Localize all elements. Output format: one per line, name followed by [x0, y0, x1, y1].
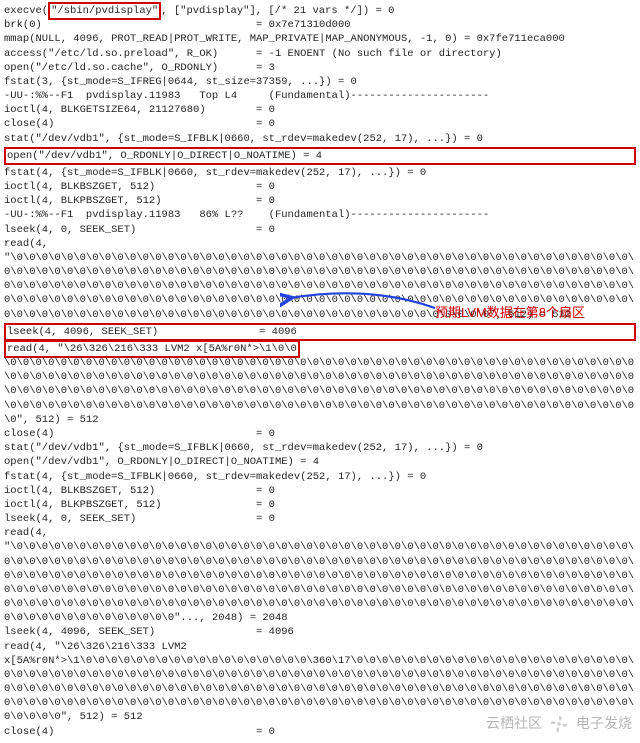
fan-icon	[548, 713, 570, 735]
terminal-line: read(4, "\0\0\0\0\0\0\0\0\0\0\0\0\0\0\0\…	[4, 526, 636, 625]
terminal-line: lseek(4, 0, SEEK_SET) = 0	[4, 223, 636, 237]
terminal-line: stat("/dev/vdb1", {st_mode=S_IFBLK|0660,…	[4, 441, 636, 455]
terminal-line: ioctl(4, BLKBSZGET, 512) = 0	[4, 484, 636, 498]
terminal-line: open("/dev/vdb1", O_RDONLY|O_DIRECT|O_NO…	[4, 455, 636, 469]
terminal-line: -UU-:%%--F1 pvdisplay.11983 86% L?? (Fun…	[4, 208, 636, 222]
terminal-line: lseek(4, 4096, SEEK_SET) = 4096	[4, 323, 636, 341]
terminal-line: lseek(4, 4096, SEEK_SET) = 4096	[4, 625, 636, 639]
watermark-text-1: 云栖社区	[486, 714, 542, 733]
terminal-line: fstat(4, {st_mode=S_IFBLK|0660, st_rdev=…	[4, 470, 636, 484]
terminal-line: close(4) = 0	[4, 427, 636, 441]
terminal-line: ioctl(4, BLKPBSZGET, 512) = 0	[4, 194, 636, 208]
terminal-line: open("/etc/ld.so.cache", O_RDONLY) = 3	[4, 61, 636, 75]
watermark-text-2: 电子发烧	[576, 714, 632, 733]
terminal-line: ioctl(4, BLKPBSZGET, 512) = 0	[4, 498, 636, 512]
terminal-line: mmap(NULL, 4096, PROT_READ|PROT_WRITE, M…	[4, 32, 636, 46]
terminal-line: fstat(3, {st_mode=S_IFREG|0644, st_size=…	[4, 75, 636, 89]
terminal-line: access("/etc/ld.so.preload", R_OK) = -1 …	[4, 47, 636, 61]
annotation-text: 预期LVM数据在第8个扇区	[435, 304, 585, 322]
terminal-line: execve("/sbin/pvdisplay", ["pvdisplay"],…	[4, 4, 636, 18]
terminal-line: ioctl(4, BLKGETSIZE64, 21127680) = 0	[4, 103, 636, 117]
terminal-line: open("/dev/vdb1", O_RDONLY|O_DIRECT|O_NO…	[4, 147, 636, 165]
highlighted-span: read(4, "\26\326\216\333 LVM2 x[5A%r0N*>…	[4, 340, 300, 358]
terminal-line: stat("/dev/vdb1", {st_mode=S_IFBLK|0660,…	[4, 132, 636, 146]
terminal-line: ioctl(4, BLKBSZGET, 512) = 0	[4, 180, 636, 194]
terminal-output: execve("/sbin/pvdisplay", ["pvdisplay"],…	[4, 4, 636, 739]
terminal-line: lseek(4, 0, SEEK_SET) = 0	[4, 512, 636, 526]
terminal-line: brk(0) = 0x7e71310d000	[4, 18, 636, 32]
watermark: 云栖社区 电子发烧	[486, 713, 632, 735]
terminal-line: read(4, "\26\326\216\333 LVM2 x[5A%r0N*>…	[4, 342, 636, 427]
terminal-line: -UU-:%%--F1 pvdisplay.11983 Top L4 (Fund…	[4, 89, 636, 103]
terminal-line: close(4) = 0	[4, 117, 636, 131]
terminal-line: fstat(4, {st_mode=S_IFBLK|0660, st_rdev=…	[4, 166, 636, 180]
